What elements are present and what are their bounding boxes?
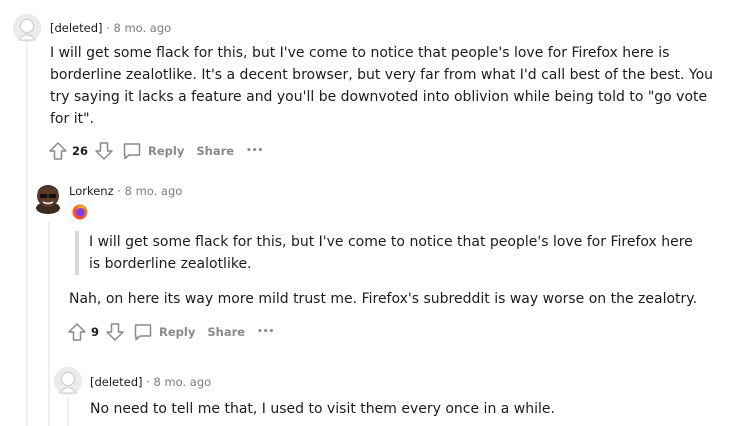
comment-body: No need to tell me that, I used to visit… xyxy=(90,401,555,417)
comment-meta: Lorkenz · 8 mo. ago xyxy=(69,184,182,198)
comment-body: I will get some flack for this, but I've… xyxy=(50,45,714,127)
share-button[interactable]: Share xyxy=(207,325,245,339)
comment-actions: 26 Reply Share ••• xyxy=(48,139,263,163)
comment-author[interactable]: [deleted] xyxy=(90,375,143,389)
user-avatar[interactable] xyxy=(34,180,62,214)
upvote-icon[interactable] xyxy=(67,322,87,342)
upvote-icon[interactable] xyxy=(48,141,68,161)
comment-bubble-icon[interactable] xyxy=(122,141,142,161)
vote-count: 26 xyxy=(72,144,89,158)
downvote-icon[interactable] xyxy=(105,322,125,342)
thread-line-root[interactable] xyxy=(26,44,28,426)
thread-line-deleted-reply[interactable] xyxy=(67,398,69,426)
meta-separator: · xyxy=(117,184,121,198)
vote-count: 9 xyxy=(91,325,100,339)
comment-timestamp[interactable]: 8 mo. ago xyxy=(125,184,183,198)
comment-body: Nah, on here its way more mild trust me.… xyxy=(69,291,698,307)
comment-meta: [deleted] · 8 mo. ago xyxy=(50,21,171,35)
thread-line-lorkenz[interactable] xyxy=(48,222,50,426)
reply-button[interactable]: Reply xyxy=(148,144,184,158)
deleted-avatar-icon xyxy=(13,14,41,42)
comment-author[interactable]: Lorkenz xyxy=(69,184,114,198)
more-icon[interactable]: ••• xyxy=(257,327,274,337)
meta-separator: · xyxy=(146,375,150,389)
firefox-flair-icon xyxy=(72,204,88,220)
deleted-avatar-icon xyxy=(54,367,82,395)
comment-actions: 9 Reply Share ••• xyxy=(67,320,274,344)
meta-separator: · xyxy=(106,21,110,35)
quoted-text: I will get some flack for this, but I've… xyxy=(75,231,699,275)
comment-meta: [deleted] · 8 mo. ago xyxy=(90,375,211,389)
more-icon[interactable]: ••• xyxy=(246,146,263,156)
comment-timestamp[interactable]: 8 mo. ago xyxy=(113,21,171,35)
share-button[interactable]: Share xyxy=(196,144,234,158)
comment-timestamp[interactable]: 8 mo. ago xyxy=(153,375,211,389)
comment-bubble-icon[interactable] xyxy=(133,322,153,342)
downvote-icon[interactable] xyxy=(94,141,114,161)
reply-button[interactable]: Reply xyxy=(159,325,195,339)
comment-author[interactable]: [deleted] xyxy=(50,21,103,35)
